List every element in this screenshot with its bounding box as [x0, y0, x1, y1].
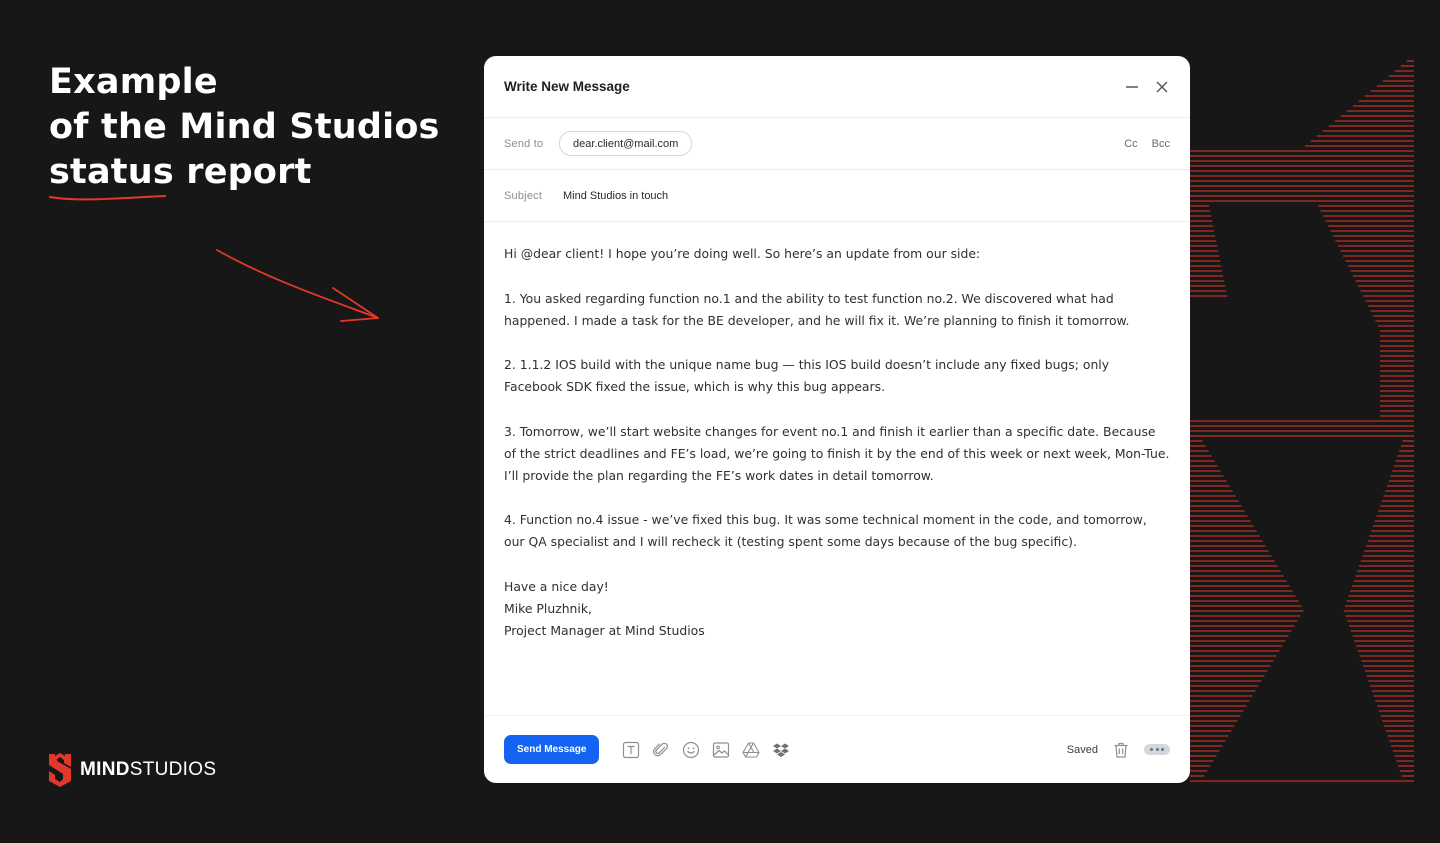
compose-window: Write New Message Send to dear.client@ma… — [484, 56, 1190, 783]
body-paragraph-3: 3. Tomorrow, we’ll start website changes… — [504, 423, 1170, 483]
attachment-button[interactable] — [652, 741, 670, 759]
more-dot — [1150, 748, 1153, 751]
window-controls — [1124, 79, 1170, 95]
formatting-toolbar — [622, 741, 790, 759]
headline-line-2: of the Mind Studios — [49, 107, 440, 147]
logo-light-text: STUDIOS — [129, 759, 217, 780]
attachment-icon — [653, 742, 669, 756]
delete-button[interactable] — [1112, 741, 1130, 759]
headline-line-3: status report — [49, 152, 312, 192]
subject-row[interactable]: Subject Mind Studios in touch — [484, 170, 1190, 222]
google-drive-icon — [742, 741, 761, 758]
compose-header: Write New Message — [484, 56, 1190, 118]
signature-line-1: Have a nice day! — [504, 578, 609, 594]
bcc-button[interactable]: Bcc — [1152, 138, 1170, 150]
mind-studios-logo: MINDSTUDIOS — [48, 753, 216, 787]
compose-footer: Send Message Saved — [484, 715, 1190, 783]
body-paragraph-4: 4. Function no.4 issue - we’ve fixed thi… — [504, 512, 1147, 549]
body-paragraph-2: 2. 1.1.2 IOS build with the unique name … — [504, 357, 1110, 394]
body-paragraph-1: 1. You asked regarding function no.1 and… — [504, 290, 1130, 328]
text-format-icon — [623, 741, 640, 758]
mind-studios-logo-icon — [49, 753, 71, 787]
more-options-button[interactable] — [1144, 744, 1170, 755]
arrow-icon — [216, 249, 379, 322]
decorative-stripes — [1190, 60, 1414, 782]
send-to-row: Send to dear.client@mail.com Cc Bcc — [484, 118, 1190, 170]
logo-bold-text: MIND — [80, 759, 130, 780]
signature-line-2: Mike Pluzhnik, — [504, 600, 592, 616]
recipient-chip[interactable]: dear.client@mail.com — [559, 131, 693, 156]
body-greeting: Hi @dear client! I hope you’re doing wel… — [504, 246, 981, 261]
dropbox-button[interactable] — [772, 741, 790, 759]
headline-line-1: Example — [49, 62, 218, 102]
send-to-label: Send to — [504, 137, 544, 150]
cc-bcc-group: Cc Bcc — [1124, 138, 1170, 150]
saved-status: Saved — [1066, 743, 1098, 756]
image-button[interactable] — [712, 741, 730, 759]
subject-field[interactable]: Mind Studios in touch — [563, 190, 668, 202]
compose-title: Write New Message — [504, 79, 630, 94]
emoji-icon — [683, 741, 700, 758]
subject-label: Subject — [504, 189, 543, 202]
footer-right-tools: Saved — [1067, 741, 1170, 759]
cc-button[interactable]: Cc — [1124, 138, 1137, 150]
more-dot — [1161, 748, 1164, 751]
headline-underline — [49, 195, 166, 201]
message-body[interactable]: Hi @dear client! I hope you’re doing wel… — [484, 222, 1190, 713]
signature-line-3: Project Manager at Mind Studios — [504, 622, 705, 638]
minimize-icon — [1126, 85, 1138, 88]
headline: Example of the Mind Studios status repor… — [49, 60, 440, 195]
minimize-button[interactable] — [1124, 79, 1140, 95]
google-drive-button[interactable] — [742, 741, 761, 759]
dropbox-icon — [773, 743, 790, 757]
close-icon — [1156, 81, 1168, 92]
send-message-button[interactable]: Send Message — [504, 735, 600, 764]
image-icon — [713, 741, 730, 758]
trash-icon — [1114, 742, 1128, 758]
emoji-button[interactable] — [682, 741, 700, 759]
close-button[interactable] — [1154, 79, 1170, 95]
logo-wordmark: MINDSTUDIOS — [80, 759, 216, 781]
more-dot — [1155, 748, 1159, 751]
text-format-button[interactable] — [622, 741, 640, 759]
